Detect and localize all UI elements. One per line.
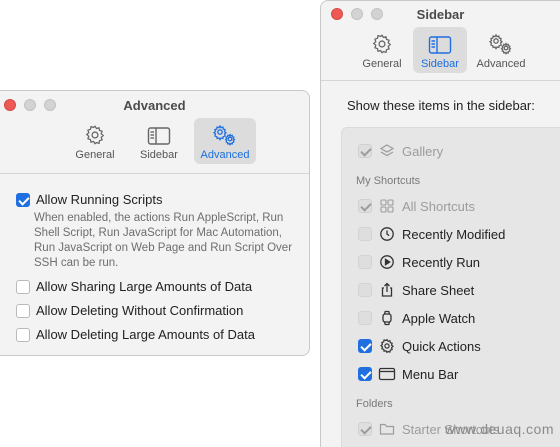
sidebar-item-apple-watch[interactable]: Apple Watch <box>358 309 475 327</box>
tab-advanced-label: Advanced <box>200 149 250 161</box>
tab-sidebar-label: Sidebar <box>140 149 178 161</box>
share-icon <box>378 281 396 299</box>
checkbox-allow-sharing-large-data[interactable] <box>16 279 30 294</box>
tab-general[interactable]: General <box>66 118 124 164</box>
checkbox-allow-running-scripts[interactable] <box>16 192 30 207</box>
option-label: Allow Sharing Large Amounts of Data <box>36 279 253 294</box>
tab-general[interactable]: General <box>355 27 409 73</box>
toolbar-divider <box>321 80 560 81</box>
checkbox-quick-actions[interactable] <box>358 339 372 353</box>
option-label: Allow Deleting Without Confirmation <box>36 303 244 318</box>
section-my-shortcuts: My Shortcuts <box>356 175 421 187</box>
tab-advanced-label: Advanced <box>476 58 526 70</box>
checkbox-recently-modified[interactable] <box>358 227 372 241</box>
option-allow-deleting-large-data[interactable]: Allow Deleting Large Amounts of Data <box>16 327 255 342</box>
folder-icon <box>378 420 396 438</box>
running-scripts-description: When enabled, the actions Run AppleScrip… <box>34 212 293 269</box>
checkbox-recently-run[interactable] <box>358 255 372 269</box>
checkbox-share-sheet[interactable] <box>358 283 372 297</box>
gears-icon <box>213 124 236 146</box>
sidebar-preferences-window: Sidebar General Sidebar Advanced Show th… <box>320 0 560 447</box>
grid-icon <box>378 197 396 215</box>
checkbox-all-shortcuts <box>358 199 372 213</box>
sidebar-item-label: Menu Bar <box>402 366 459 382</box>
tab-advanced[interactable]: Advanced <box>194 118 256 164</box>
gear-icon <box>372 34 392 54</box>
option-label: Allow Deleting Large Amounts of Data <box>36 327 255 342</box>
section-folders: Folders <box>356 398 393 410</box>
sidebar-item-all-shortcuts: All Shortcuts <box>358 197 475 215</box>
sidebar-item-recently-modified[interactable]: Recently Modified <box>358 225 505 243</box>
sidebar-item-quick-actions[interactable]: Quick Actions <box>358 337 481 355</box>
play-circle-icon <box>378 253 396 271</box>
option-label: Allow Running Scripts <box>36 192 163 207</box>
watermark: www.deuaq.com <box>444 421 554 437</box>
sidebar-item-label: Recently Modified <box>402 226 506 242</box>
sidebar-item-gallery: Gallery <box>358 142 443 160</box>
tab-sidebar[interactable]: Sidebar <box>413 27 467 73</box>
sidebar-item-label: All Shortcuts <box>402 198 475 214</box>
clock-icon <box>378 225 396 243</box>
window-title: Sidebar <box>416 7 465 22</box>
advanced-preferences-window: Advanced General Sidebar Advanced Allow … <box>0 90 310 356</box>
checkbox-starter-shortcuts <box>358 422 372 436</box>
checkbox-gallery <box>358 144 372 158</box>
gear-icon <box>378 337 396 355</box>
sidebar-item-label: Quick Actions <box>402 338 481 354</box>
watch-icon <box>378 309 396 327</box>
option-allow-running-scripts[interactable]: Allow Running Scripts <box>16 192 162 207</box>
checkbox-allow-deleting-without-confirmation[interactable] <box>16 303 30 318</box>
checkbox-menu-bar[interactable] <box>358 367 372 381</box>
preferences-toolbar: General Sidebar Advanced <box>355 27 531 73</box>
toolbar-divider <box>0 173 309 174</box>
sidebar-items-heading: Show these items in the sidebar: <box>347 98 535 113</box>
option-allow-sharing-large-data[interactable]: Allow Sharing Large Amounts of Data <box>16 279 252 294</box>
window-title: Advanced <box>123 98 186 113</box>
sidebar-item-menu-bar[interactable]: Menu Bar <box>358 365 458 383</box>
sidebar-item-recently-run[interactable]: Recently Run <box>358 253 480 271</box>
sidebar-icon <box>428 36 452 54</box>
tab-advanced[interactable]: Advanced <box>471 27 531 73</box>
sidebar-items-list: Gallery My Shortcuts All Shortcuts Recen… <box>341 127 560 447</box>
sidebar-item-label: Recently Run <box>402 254 481 270</box>
layers-icon <box>378 142 396 160</box>
sidebar-item-label: Apple Watch <box>402 310 476 326</box>
gear-icon <box>85 125 105 145</box>
menu-bar-icon <box>378 365 396 383</box>
preferences-toolbar: General Sidebar Advanced <box>66 118 256 164</box>
checkbox-apple-watch[interactable] <box>358 311 372 325</box>
checkbox-allow-deleting-large-data[interactable] <box>16 327 30 342</box>
tab-sidebar[interactable]: Sidebar <box>130 118 188 164</box>
sidebar-item-label: Share Sheet <box>402 282 475 298</box>
tab-general-label: General <box>362 58 402 70</box>
sidebar-item-share-sheet[interactable]: Share Sheet <box>358 281 474 299</box>
sidebar-item-label: Gallery <box>402 143 444 159</box>
tab-general-label: General <box>75 149 115 161</box>
option-allow-deleting-without-confirmation[interactable]: Allow Deleting Without Confirmation <box>16 303 243 318</box>
gears-icon <box>489 33 512 55</box>
sidebar-icon <box>147 127 171 145</box>
tab-sidebar-label: Sidebar <box>421 58 459 70</box>
